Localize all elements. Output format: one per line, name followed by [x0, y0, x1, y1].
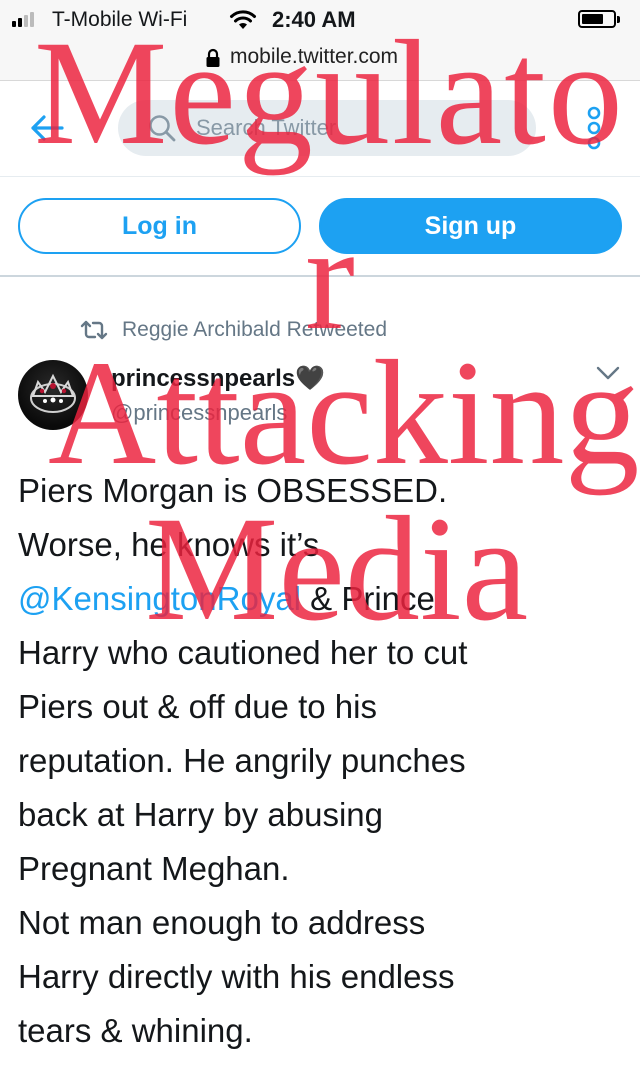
tweet-line: Piers Morgan is OBSESSED.: [18, 472, 448, 509]
search-icon: [148, 114, 176, 147]
retweet-icon: [79, 320, 109, 345]
lock-icon: [205, 48, 221, 73]
tweet-line: Piers out & off due to his: [18, 688, 377, 725]
avatar[interactable]: [18, 360, 88, 430]
status-bar: T-Mobile Wi-Fi 2:40 AM: [0, 0, 640, 40]
carrier-name: T-Mobile Wi-Fi: [52, 8, 188, 31]
browser-url-bar[interactable]: mobile.twitter.com: [0, 40, 640, 81]
tweet-line-text: & Prince: [301, 580, 435, 617]
wifi-icon: [229, 10, 257, 36]
tweet-line: reputation. He angrily punches: [18, 742, 466, 779]
more-options-icon[interactable]: [584, 106, 604, 155]
tweet-line: Harry directly with his endless: [18, 958, 455, 995]
retweet-context[interactable]: Reggie Archibald Retweeted: [122, 318, 387, 342]
page-url[interactable]: mobile.twitter.com: [230, 45, 398, 69]
tweet-line: tears & whining.: [18, 1012, 253, 1049]
search-bar[interactable]: Search Twitter: [118, 100, 536, 156]
tweet-line: back at Harry by abusing: [18, 796, 384, 833]
tweet-line: Worse, he knows it’s: [18, 526, 320, 563]
mention-link[interactable]: @KensingtonRoyal: [18, 580, 301, 617]
back-arrow-icon[interactable]: [30, 114, 64, 147]
tweet-line: Not man enough to address: [18, 904, 426, 941]
tweet-line: Harry who cautioned her to cut: [18, 634, 468, 671]
status-time: 2:40 AM: [272, 7, 356, 32]
search-input[interactable]: Search Twitter: [196, 115, 336, 141]
tweet-line: @KensingtonRoyal & Prince: [18, 572, 622, 626]
login-button[interactable]: Log in: [18, 198, 301, 254]
chevron-down-icon[interactable]: [596, 366, 620, 385]
signup-button[interactable]: Sign up: [319, 198, 622, 254]
tweet-line: Pregnant Meghan.: [18, 850, 290, 887]
signal-strength-icon: [12, 12, 34, 27]
battery-icon: [578, 10, 620, 28]
tweet-author-name[interactable]: princessnpearls🖤: [111, 364, 325, 393]
divider: [0, 275, 640, 277]
divider: [0, 176, 640, 177]
tweet-text: Piers Morgan is OBSESSED. Worse, he know…: [18, 464, 622, 1058]
tweet-author-handle[interactable]: @princessnpearls: [111, 400, 287, 426]
